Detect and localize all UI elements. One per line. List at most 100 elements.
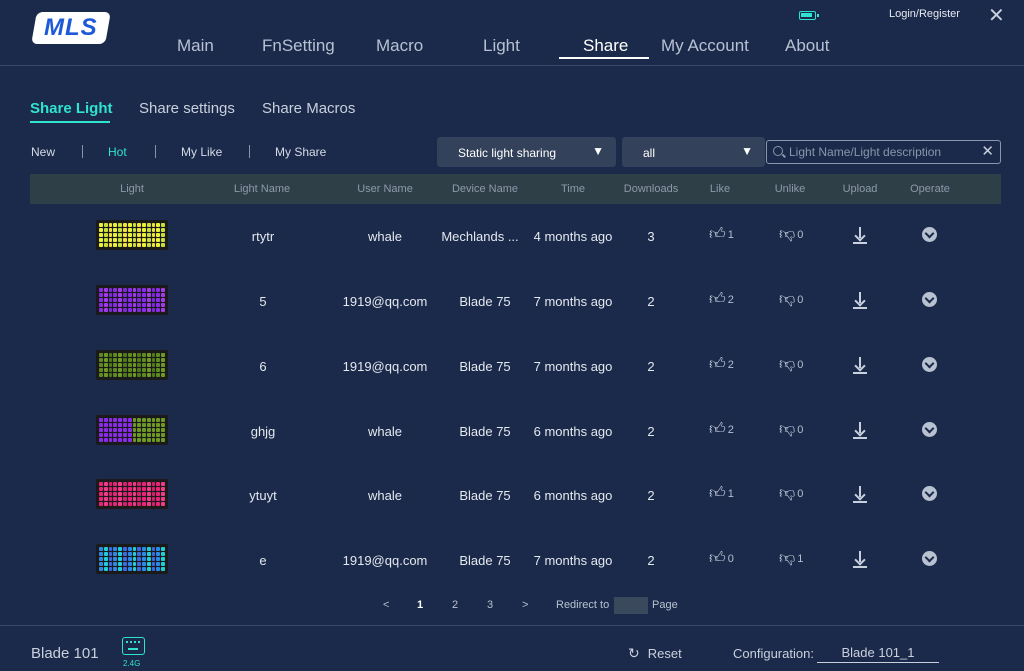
cell-user-name: 1919@qq.com (342, 294, 428, 309)
cell-light-name: e (259, 553, 267, 568)
unlike-button[interactable]: 👎︎ 0 (779, 422, 803, 438)
unlike-count: 0 (797, 294, 804, 306)
unlike-button[interactable]: 👎︎ 0 (779, 357, 803, 373)
prev-page-button[interactable]: < (383, 599, 389, 611)
like-button[interactable]: 👍︎ 1 (709, 486, 734, 502)
filter-hot[interactable]: Hot (108, 145, 127, 159)
cell-device-name: Blade 75 (459, 294, 511, 309)
connection-mode: 2.4G (123, 659, 141, 668)
next-page-button[interactable]: > (522, 599, 528, 611)
redirect-page-input[interactable] (614, 597, 648, 614)
page-2-button[interactable]: 2 (452, 599, 458, 611)
cell-time: 7 months ago (533, 294, 613, 309)
unlike-button[interactable]: 👎︎ 0 (779, 486, 803, 502)
table-row: ghjg whale Blade 75 6 months ago 2 👍︎ 2 👎… (0, 401, 1024, 461)
cell-user-name: whale (368, 424, 402, 439)
like-button[interactable]: 👍︎ 0 (709, 551, 734, 567)
table-header: Light Light Name User Name Device Name T… (30, 174, 1001, 204)
column-header-operate: Operate (910, 183, 950, 195)
search-box: ✕ (766, 140, 1001, 164)
download-icon[interactable] (853, 226, 867, 244)
nav-item-macro[interactable]: Macro (376, 36, 423, 56)
filter-my-like[interactable]: My Like (181, 145, 222, 159)
tab-share-macros[interactable]: Share Macros (262, 100, 355, 117)
configuration-selector[interactable]: Blade 101_1 (817, 645, 939, 663)
column-header-device-name: Device Name (451, 183, 519, 195)
cell-downloads: 2 (647, 553, 655, 568)
nav-item-share[interactable]: Share (583, 36, 628, 56)
light-preview-thumbnail[interactable] (96, 415, 168, 445)
nav-item-light[interactable]: Light (483, 36, 520, 56)
header-divider (0, 65, 1024, 66)
share-type-dropdown[interactable]: Static light sharing ▼ (437, 137, 616, 167)
cell-time: 4 months ago (533, 229, 613, 244)
light-preview-thumbnail[interactable] (96, 220, 168, 250)
cell-time: 6 months ago (533, 488, 613, 503)
light-preview-thumbnail[interactable] (96, 544, 168, 574)
column-header-time: Time (560, 183, 586, 195)
column-header-user-name: User Name (357, 183, 413, 195)
filter-new[interactable]: New (31, 145, 55, 159)
nav-item-about[interactable]: About (785, 36, 829, 56)
download-icon[interactable] (853, 291, 867, 309)
chevron-down-circle-icon[interactable] (922, 551, 937, 566)
like-button[interactable]: 👍︎ 2 (709, 292, 734, 308)
chevron-down-circle-icon[interactable] (922, 422, 937, 437)
search-icon (773, 146, 783, 156)
page-3-button[interactable]: 3 (487, 599, 493, 611)
login-register-link[interactable]: Login/Register (889, 8, 960, 20)
like-button[interactable]: 👍︎ 2 (709, 357, 734, 373)
thumbs-down-icon: 👎︎ (779, 421, 796, 438)
redirect-label: Redirect to (556, 599, 610, 611)
tab-share-settings[interactable]: Share settings (139, 100, 235, 117)
configuration-label: Configuration: (733, 646, 814, 661)
light-preview-thumbnail[interactable] (96, 285, 168, 315)
chevron-down-circle-icon[interactable] (922, 486, 937, 501)
column-header-downloads: Downloads (623, 183, 679, 195)
cell-device-name: Blade 75 (459, 424, 511, 439)
like-count: 2 (727, 424, 734, 436)
chevron-down-circle-icon[interactable] (922, 227, 937, 242)
clear-search-icon[interactable]: ✕ (981, 142, 994, 160)
column-header-light-name: Light Name (233, 183, 291, 195)
like-button[interactable]: 👍︎ 1 (709, 227, 734, 243)
chevron-down-circle-icon[interactable] (922, 357, 937, 372)
thumbs-down-icon: 👎︎ (779, 226, 796, 243)
reset-button[interactable]: ↻ Reset (628, 645, 682, 662)
nav-item-fnsetting[interactable]: FnSetting (262, 36, 335, 56)
filter-separator (249, 145, 250, 158)
cell-light-name: 5 (259, 294, 267, 309)
tab-share-light[interactable]: Share Light (30, 100, 113, 117)
light-preview-thumbnail[interactable] (96, 479, 168, 509)
download-icon[interactable] (853, 356, 867, 374)
filter-my-share[interactable]: My Share (275, 145, 326, 159)
table-row: rtytr whale Mechlands ... 4 months ago 3… (0, 206, 1024, 266)
reset-label: Reset (647, 646, 682, 661)
unlike-button[interactable]: 👎︎ 0 (779, 292, 803, 308)
cell-user-name: 1919@qq.com (342, 359, 428, 374)
unlike-count: 0 (797, 424, 804, 436)
active-nav-indicator (559, 57, 649, 59)
table-row: ytuyt whale Blade 75 6 months ago 2 👍︎ 1 … (0, 465, 1024, 525)
nav-item-my-account[interactable]: My Account (661, 36, 749, 56)
nav-item-main[interactable]: Main (177, 36, 214, 56)
page-1-button[interactable]: 1 (417, 599, 423, 611)
cell-light-name: rtytr (251, 229, 275, 244)
like-button[interactable]: 👍︎ 2 (709, 422, 734, 438)
download-icon[interactable] (853, 421, 867, 439)
download-icon[interactable] (853, 485, 867, 503)
table-row: 5 1919@qq.com Blade 75 7 months ago 2 👍︎… (0, 271, 1024, 331)
active-tab-indicator (30, 121, 110, 123)
cell-downloads: 3 (647, 229, 655, 244)
chevron-down-circle-icon[interactable] (922, 292, 937, 307)
cell-downloads: 2 (647, 424, 655, 439)
thumbs-up-icon: 👍︎ (709, 421, 726, 438)
search-input[interactable] (789, 144, 979, 160)
thumbs-down-icon: 👎︎ (779, 291, 796, 308)
light-preview-thumbnail[interactable] (96, 350, 168, 380)
unlike-button[interactable]: 👎︎ 1 (779, 551, 803, 567)
close-icon[interactable]: ✕ (988, 3, 1005, 28)
scope-dropdown[interactable]: all ▼ (622, 137, 765, 167)
download-icon[interactable] (853, 550, 867, 568)
unlike-button[interactable]: 👎︎ 0 (779, 227, 803, 243)
